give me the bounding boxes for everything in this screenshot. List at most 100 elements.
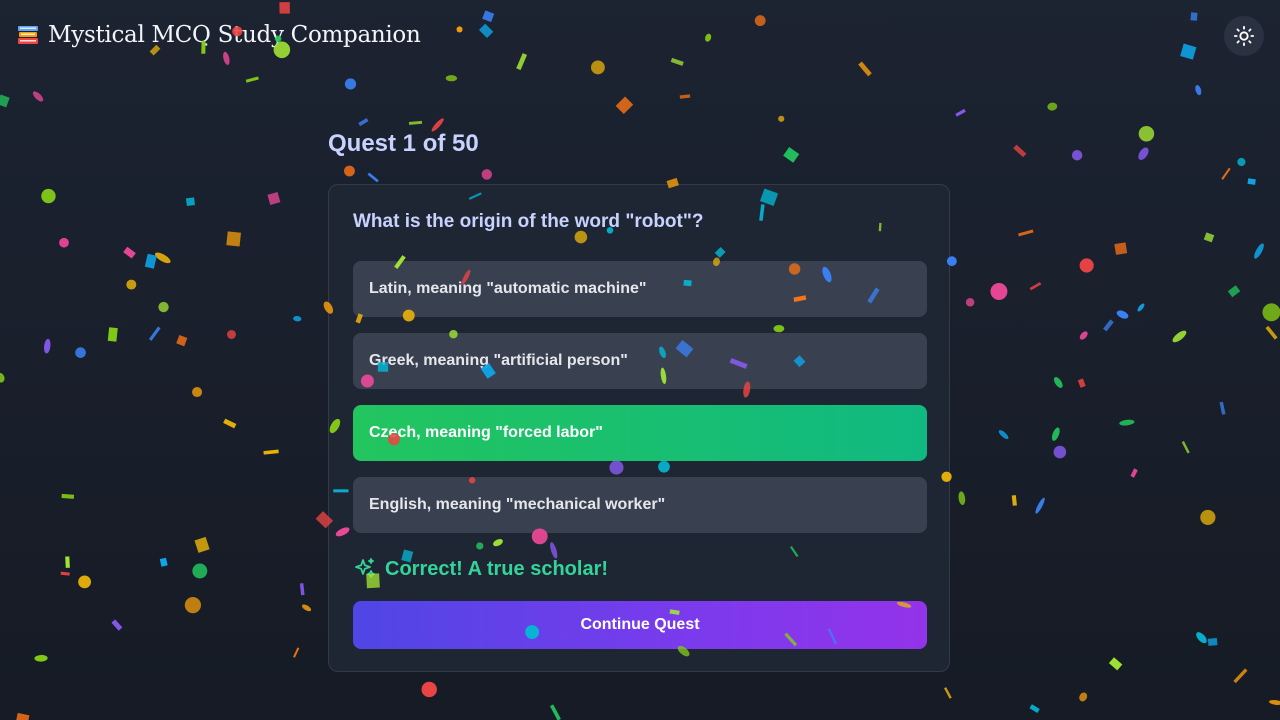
confetti-piece	[1247, 178, 1256, 185]
confetti-piece	[1262, 303, 1280, 322]
answer-option-4[interactable]: English, meaning "mechanical worker"	[353, 477, 927, 533]
confetti-piece	[944, 687, 952, 699]
confetti-piece	[65, 556, 70, 568]
confetti-piece	[1172, 330, 1187, 343]
confetti-piece	[1137, 303, 1145, 312]
confetti-piece	[1035, 497, 1045, 514]
sparkles-icon	[355, 558, 375, 578]
answer-option-2[interactable]: Greek, meaning "artificial person"	[353, 333, 927, 389]
confetti-piece	[1047, 102, 1058, 111]
confetti-piece	[41, 188, 56, 204]
app-title: Mystical MCQ Study Companion	[48, 22, 421, 48]
confetti-piece	[301, 604, 312, 612]
confetti-piece	[1053, 377, 1063, 388]
confetti-piece	[126, 279, 137, 290]
confetti-piece	[1138, 126, 1155, 142]
confetti-piece	[344, 165, 355, 177]
answer-option-label: Czech, meaning "forced labor"	[369, 424, 603, 441]
confetti-piece	[263, 449, 279, 455]
confetti-piece	[482, 10, 495, 23]
confetti-piece	[1200, 509, 1216, 526]
confetti-piece	[32, 91, 44, 102]
confetti-piece	[144, 253, 157, 269]
confetti-piece	[990, 282, 1008, 300]
confetti-piece	[1079, 692, 1088, 702]
answer-option-label: Greek, meaning "artificial person"	[369, 352, 628, 369]
confetti-piece	[34, 654, 48, 662]
confetti-piece	[15, 712, 30, 720]
confetti-piece	[223, 418, 237, 429]
confetti-piece	[59, 237, 69, 248]
confetti-piece	[1227, 285, 1241, 298]
confetti-piece	[267, 191, 281, 206]
confetti-piece	[0, 94, 10, 108]
confetti-piece	[1265, 325, 1278, 340]
feedback-text: Correct! A true scholar!	[385, 557, 609, 580]
confetti-piece	[1119, 419, 1135, 426]
theme-toggle-button[interactable]	[1224, 16, 1264, 56]
confetti-piece	[1011, 495, 1017, 506]
confetti-piece	[1029, 704, 1040, 713]
confetti-piece	[679, 94, 691, 99]
confetti-piece	[1053, 445, 1067, 459]
confetti-piece	[1079, 258, 1094, 273]
confetti-piece	[107, 327, 118, 342]
confetti-piece	[1195, 85, 1202, 96]
confetti-piece	[754, 15, 766, 27]
confetti-piece	[549, 704, 561, 720]
confetti-piece	[516, 53, 528, 71]
continue-quest-button[interactable]: Continue Quest	[353, 601, 927, 649]
confetti-piece	[1180, 43, 1197, 60]
confetti-piece	[783, 147, 800, 163]
confetti-piece	[445, 75, 458, 82]
confetti-piece	[1103, 319, 1114, 332]
confetti-piece	[778, 115, 785, 122]
app-header: Mystical MCQ Study Companion	[16, 22, 421, 48]
confetti-piece	[958, 491, 966, 505]
confetti-piece	[149, 326, 161, 341]
quest-progress-title: Quest 1 of 50	[328, 130, 479, 157]
answer-option-label: English, meaning "mechanical worker"	[369, 496, 666, 513]
confetti-piece	[1018, 229, 1034, 237]
books-icon	[18, 26, 38, 44]
confetti-piece	[293, 647, 300, 658]
confetti-piece	[998, 430, 1009, 440]
answer-option-3-correct[interactable]: Czech, meaning "forced labor"	[353, 405, 927, 461]
confetti-piece	[245, 76, 259, 83]
confetti-piece	[670, 57, 684, 66]
confetti-piece	[192, 563, 208, 579]
confetti-piece	[60, 571, 70, 576]
confetti-piece	[1114, 242, 1128, 255]
confetti-piece	[1079, 331, 1088, 340]
confetti-piece	[43, 338, 51, 354]
confetti-piece	[358, 118, 369, 127]
confetti-piece	[1190, 12, 1198, 21]
question-card: What is the origin of the word "robot"? …	[328, 184, 950, 672]
confetti-piece	[1221, 167, 1231, 180]
confetti-piece	[705, 33, 712, 42]
confetti-piece	[158, 301, 169, 313]
confetti-piece	[0, 372, 5, 383]
confetti-piece	[456, 26, 463, 33]
confetti-piece	[1071, 149, 1083, 161]
confetti-piece	[1029, 282, 1042, 291]
confetti-piece	[293, 315, 302, 322]
confetti-piece	[159, 557, 168, 567]
confetti-piece	[192, 387, 203, 398]
confetti-piece	[1116, 310, 1129, 319]
confetti-piece	[154, 252, 171, 264]
confetti-piece	[1013, 144, 1027, 158]
confetti-piece	[123, 246, 136, 259]
confetti-piece	[965, 297, 975, 307]
confetti-piece	[421, 681, 437, 698]
confetti-piece	[1254, 243, 1264, 259]
confetti-piece	[615, 96, 634, 115]
confetti-piece	[344, 78, 357, 90]
confetti-piece	[955, 108, 966, 117]
confetti-piece	[78, 575, 91, 589]
confetti-piece	[61, 493, 75, 499]
confetti-piece	[111, 619, 123, 631]
answer-option-1[interactable]: Latin, meaning "automatic machine"	[353, 261, 927, 317]
confetti-piece	[858, 61, 872, 77]
confetti-piece	[226, 231, 241, 247]
